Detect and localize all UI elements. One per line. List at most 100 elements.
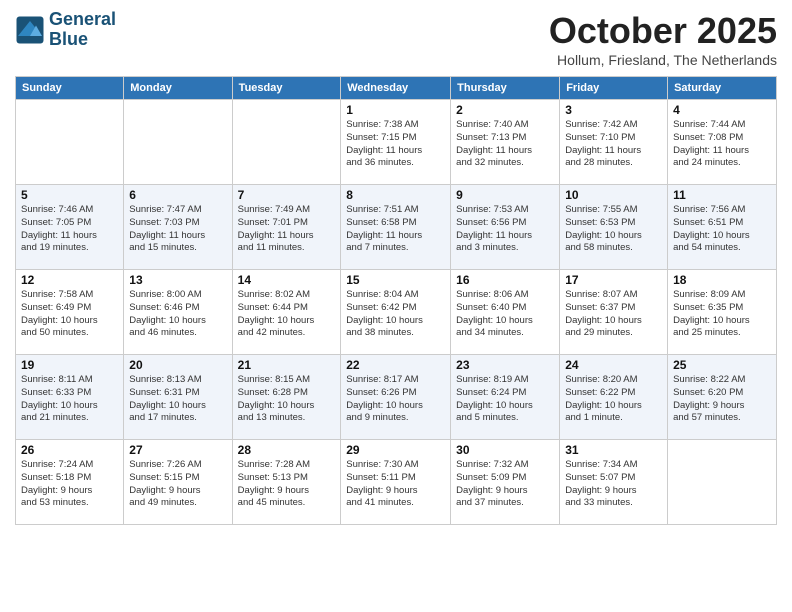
day-number: 22 <box>346 358 445 372</box>
day-number: 15 <box>346 273 445 287</box>
day-number: 19 <box>21 358 118 372</box>
title-block: October 2025 Hollum, Friesland, The Neth… <box>549 10 777 68</box>
day-number: 2 <box>456 103 554 117</box>
day-cell: 18 Sunrise: 8:09 AM Sunset: 6:35 PM Dayli… <box>668 270 777 355</box>
day-cell: 30Sunrise: 7:32 AM Sunset: 5:09 PM Dayli… <box>451 440 560 525</box>
day-info: Sunrise: 8:06 AM Sunset: 6:40 PM Dayligh… <box>456 289 554 340</box>
day-info: Sunrise: 7:42 AM Sunset: 7:10 PM Dayligh… <box>565 119 662 170</box>
day-cell: 20 Sunrise: 8:13 AM Sunset: 6:31 PM Dayli… <box>124 355 232 440</box>
day-info: Sunrise: 7:47 AM Sunset: 7:03 PM Dayligh… <box>129 204 226 255</box>
day-number: 16 <box>456 273 554 287</box>
location: Hollum, Friesland, The Netherlands <box>549 52 777 68</box>
day-info: Sunrise: 8:22 AM Sunset: 6:20 PM Dayligh… <box>673 374 771 425</box>
day-cell: 29 Sunrise: 7:30 AM Sunset: 5:11 PM Dayli… <box>341 440 451 525</box>
day-info: Sunrise: 7:49 AM Sunset: 7:01 PM Dayligh… <box>238 204 336 255</box>
day-info: Sunrise: 7:26 AM Sunset: 5:15 PM Dayligh… <box>129 459 226 510</box>
col-header-tuesday: Tuesday <box>232 77 341 100</box>
day-info: Sunrise: 7:56 AM Sunset: 6:51 PM Dayligh… <box>673 204 771 255</box>
day-info: Sunrise: 8:00 AM Sunset: 6:46 PM Dayligh… <box>129 289 226 340</box>
day-info: Sunrise: 8:19 AM Sunset: 6:24 PM Dayligh… <box>456 374 554 425</box>
day-cell: 15 Sunrise: 8:04 AM Sunset: 6:42 PM Dayli… <box>341 270 451 355</box>
day-info: Sunrise: 8:20 AM Sunset: 6:22 PM Dayligh… <box>565 374 662 425</box>
day-number: 9 <box>456 188 554 202</box>
day-info: Sunrise: 8:04 AM Sunset: 6:42 PM Dayligh… <box>346 289 445 340</box>
day-number: 21 <box>238 358 336 372</box>
day-info: Sunrise: 7:34 AM Sunset: 5:07 PM Dayligh… <box>565 459 662 510</box>
day-info: Sunrise: 8:13 AM Sunset: 6:31 PM Dayligh… <box>129 374 226 425</box>
day-number: 28 <box>238 443 336 457</box>
day-number: 26 <box>21 443 118 457</box>
day-info: Sunrise: 7:24 AM Sunset: 5:18 PM Dayligh… <box>21 459 118 510</box>
day-info: Sunrise: 7:28 AM Sunset: 5:13 PM Dayligh… <box>238 459 336 510</box>
day-info: Sunrise: 8:11 AM Sunset: 6:33 PM Dayligh… <box>21 374 118 425</box>
logo-line1: General <box>49 10 116 30</box>
month-title: October 2025 <box>549 10 777 52</box>
day-cell <box>16 100 124 185</box>
day-cell: 4 Sunrise: 7:44 AM Sunset: 7:08 PM Daylig… <box>668 100 777 185</box>
day-info: Sunrise: 8:09 AM Sunset: 6:35 PM Dayligh… <box>673 289 771 340</box>
day-number: 18 <box>673 273 771 287</box>
day-number: 24 <box>565 358 662 372</box>
day-cell: 16 Sunrise: 8:06 AM Sunset: 6:40 PM Dayli… <box>451 270 560 355</box>
day-number: 8 <box>346 188 445 202</box>
day-cell: 11Sunrise: 7:56 AM Sunset: 6:51 PM Dayli… <box>668 185 777 270</box>
day-cell: 23Sunrise: 8:19 AM Sunset: 6:24 PM Dayli… <box>451 355 560 440</box>
col-header-sunday: Sunday <box>16 77 124 100</box>
day-number: 27 <box>129 443 226 457</box>
day-cell <box>232 100 341 185</box>
day-info: Sunrise: 7:58 AM Sunset: 6:49 PM Dayligh… <box>21 289 118 340</box>
day-number: 13 <box>129 273 226 287</box>
day-cell <box>124 100 232 185</box>
day-cell: 1Sunrise: 7:38 AM Sunset: 7:15 PM Daylig… <box>341 100 451 185</box>
week-row-5: 26 Sunrise: 7:24 AM Sunset: 5:18 PM Dayli… <box>16 440 777 525</box>
day-info: Sunrise: 7:55 AM Sunset: 6:53 PM Dayligh… <box>565 204 662 255</box>
day-cell: 12Sunrise: 7:58 AM Sunset: 6:49 PM Dayli… <box>16 270 124 355</box>
day-cell: 22 Sunrise: 8:17 AM Sunset: 6:26 PM Dayli… <box>341 355 451 440</box>
day-number: 4 <box>673 103 771 117</box>
logo: General Blue <box>15 10 116 50</box>
day-info: Sunrise: 8:07 AM Sunset: 6:37 PM Dayligh… <box>565 289 662 340</box>
day-number: 10 <box>565 188 662 202</box>
day-info: Sunrise: 7:51 AM Sunset: 6:58 PM Dayligh… <box>346 204 445 255</box>
calendar: SundayMondayTuesdayWednesdayThursdayFrid… <box>15 76 777 525</box>
day-cell: 9 Sunrise: 7:53 AM Sunset: 6:56 PM Daylig… <box>451 185 560 270</box>
day-cell: 24 Sunrise: 8:20 AM Sunset: 6:22 PM Dayli… <box>560 355 668 440</box>
day-cell: 13 Sunrise: 8:00 AM Sunset: 6:46 PM Dayli… <box>124 270 232 355</box>
day-cell: 10 Sunrise: 7:55 AM Sunset: 6:53 PM Dayli… <box>560 185 668 270</box>
page: General Blue October 2025 Hollum, Friesl… <box>0 0 792 612</box>
day-cell: 2 Sunrise: 7:40 AM Sunset: 7:13 PM Daylig… <box>451 100 560 185</box>
week-row-3: 12Sunrise: 7:58 AM Sunset: 6:49 PM Dayli… <box>16 270 777 355</box>
day-info: Sunrise: 7:46 AM Sunset: 7:05 PM Dayligh… <box>21 204 118 255</box>
day-info: Sunrise: 7:44 AM Sunset: 7:08 PM Dayligh… <box>673 119 771 170</box>
day-info: Sunrise: 7:40 AM Sunset: 7:13 PM Dayligh… <box>456 119 554 170</box>
day-cell: 19 Sunrise: 8:11 AM Sunset: 6:33 PM Dayli… <box>16 355 124 440</box>
day-number: 14 <box>238 273 336 287</box>
day-number: 20 <box>129 358 226 372</box>
logo-text: General Blue <box>49 10 116 50</box>
col-header-saturday: Saturday <box>668 77 777 100</box>
day-info: Sunrise: 8:02 AM Sunset: 6:44 PM Dayligh… <box>238 289 336 340</box>
day-info: Sunrise: 7:30 AM Sunset: 5:11 PM Dayligh… <box>346 459 445 510</box>
day-cell: 7Sunrise: 7:49 AM Sunset: 7:01 PM Daylig… <box>232 185 341 270</box>
day-number: 1 <box>346 103 445 117</box>
day-cell: 14 Sunrise: 8:02 AM Sunset: 6:44 PM Dayli… <box>232 270 341 355</box>
week-row-1: 1Sunrise: 7:38 AM Sunset: 7:15 PM Daylig… <box>16 100 777 185</box>
day-cell: 21 Sunrise: 8:15 AM Sunset: 6:28 PM Dayli… <box>232 355 341 440</box>
day-cell: 28 Sunrise: 7:28 AM Sunset: 5:13 PM Dayli… <box>232 440 341 525</box>
day-number: 5 <box>21 188 118 202</box>
day-cell: 27 Sunrise: 7:26 AM Sunset: 5:15 PM Dayli… <box>124 440 232 525</box>
logo-icon <box>15 15 45 45</box>
day-number: 17 <box>565 273 662 287</box>
header: General Blue October 2025 Hollum, Friesl… <box>15 10 777 68</box>
day-number: 29 <box>346 443 445 457</box>
day-cell: 8 Sunrise: 7:51 AM Sunset: 6:58 PM Daylig… <box>341 185 451 270</box>
day-info: Sunrise: 8:15 AM Sunset: 6:28 PM Dayligh… <box>238 374 336 425</box>
day-cell <box>668 440 777 525</box>
day-info: Sunrise: 7:53 AM Sunset: 6:56 PM Dayligh… <box>456 204 554 255</box>
calendar-header-row: SundayMondayTuesdayWednesdayThursdayFrid… <box>16 77 777 100</box>
day-number: 30 <box>456 443 554 457</box>
day-info: Sunrise: 8:17 AM Sunset: 6:26 PM Dayligh… <box>346 374 445 425</box>
day-cell: 5 Sunrise: 7:46 AM Sunset: 7:05 PM Daylig… <box>16 185 124 270</box>
day-number: 6 <box>129 188 226 202</box>
day-cell: 31Sunrise: 7:34 AM Sunset: 5:07 PM Dayli… <box>560 440 668 525</box>
